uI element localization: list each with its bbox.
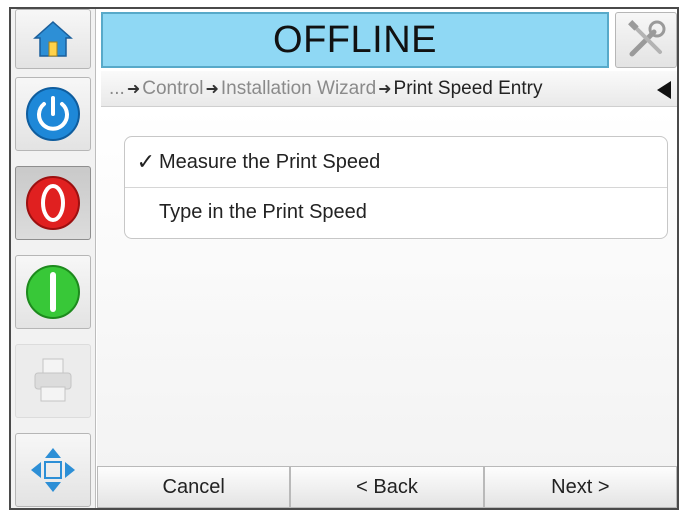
navigate-icon xyxy=(31,448,75,492)
breadcrumb-current: Print Speed Entry xyxy=(393,77,543,99)
breadcrumb-installation-wizard[interactable]: Installation Wizard xyxy=(221,78,376,100)
cancel-button[interactable]: Cancel xyxy=(97,466,291,508)
breadcrumb-arrow-icon: ➜ xyxy=(378,80,392,98)
main-content: ✓ Measure the Print Speed Type in the Pr… xyxy=(97,108,677,466)
home-icon xyxy=(33,20,73,57)
status-banner: OFFLINE xyxy=(101,12,609,68)
back-button[interactable]: < Back xyxy=(290,466,484,508)
start-icon xyxy=(26,265,80,319)
breadcrumb-ellipsis[interactable]: ... xyxy=(109,78,125,100)
breadcrumb: ... ➜ Control ➜ Installation Wizard ➜ Pr… xyxy=(101,71,677,107)
sidebar xyxy=(11,9,96,508)
option-label: Type in the Print Speed xyxy=(159,201,367,223)
back-arrow-icon[interactable] xyxy=(657,81,671,99)
tools-icon xyxy=(628,20,666,57)
home-button[interactable] xyxy=(15,9,91,69)
power-icon xyxy=(26,87,80,141)
breadcrumb-arrow-icon: ➜ xyxy=(126,80,141,98)
app-window: OFFLINE ... ➜ Control ➜ Installation Wiz… xyxy=(9,7,679,510)
navigate-button[interactable] xyxy=(15,433,91,507)
breadcrumb-arrow-icon: ➜ xyxy=(205,80,219,98)
option-label: Measure the Print Speed xyxy=(159,150,381,173)
option-list: ✓ Measure the Print Speed Type in the Pr… xyxy=(124,136,668,239)
status-text: OFFLINE xyxy=(273,18,437,61)
footer-bar: Cancel < Back Next > xyxy=(97,466,677,508)
tools-button[interactable] xyxy=(615,12,677,68)
start-button[interactable] xyxy=(15,255,91,329)
print-button[interactable] xyxy=(15,344,91,418)
power-button[interactable] xyxy=(15,77,91,151)
option-measure-print-speed[interactable]: ✓ Measure the Print Speed xyxy=(125,137,667,187)
option-type-print-speed[interactable]: Type in the Print Speed xyxy=(125,187,667,237)
stop-icon xyxy=(26,176,80,230)
breadcrumb-control[interactable]: Control xyxy=(142,78,203,100)
printer-icon xyxy=(34,358,72,402)
checkmark-icon: ✓ xyxy=(136,149,155,174)
next-button[interactable]: Next > xyxy=(483,466,677,508)
stop-button[interactable] xyxy=(15,166,91,240)
